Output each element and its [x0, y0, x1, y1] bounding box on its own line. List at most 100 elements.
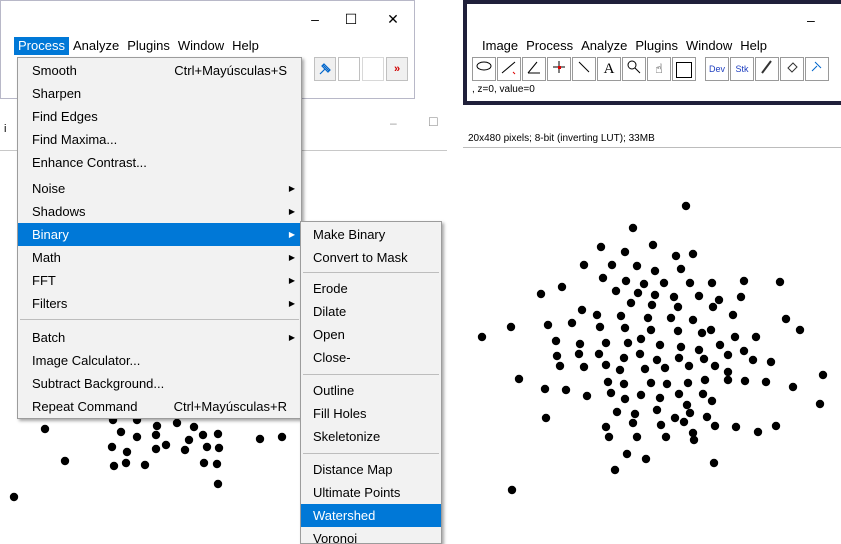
line-icon[interactable]: [497, 57, 521, 81]
menu-item-label: Math: [32, 250, 61, 265]
process-menu-item-find-edges[interactable]: Find Edges: [18, 105, 301, 128]
menu-help[interactable]: Help: [228, 37, 263, 55]
close-button[interactable]: ✕: [383, 10, 403, 28]
particle-dot: [781, 314, 791, 324]
process-menu-item-enhance-contrast[interactable]: Enhance Contrast...: [18, 151, 301, 174]
menu-separator: [303, 453, 439, 454]
binary-menu-item-erode[interactable]: Erode: [301, 277, 441, 300]
magnifier-icon[interactable]: [622, 57, 646, 81]
text-icon[interactable]: A: [597, 57, 621, 81]
menu-item-label: Noise: [32, 181, 66, 196]
particle-dot: [184, 435, 194, 445]
menu-process-right[interactable]: Process: [522, 37, 577, 55]
process-menu-item-subtract-background[interactable]: Subtract Background...: [18, 372, 301, 395]
process-menu-item-batch[interactable]: Batch ▶: [18, 326, 301, 349]
menu-item-label: Find Edges: [32, 109, 98, 124]
image-minimize-button[interactable]: –: [390, 116, 397, 130]
particle-dot: [541, 413, 551, 423]
minimize-button[interactable]: –: [305, 10, 325, 28]
particle-dot: [140, 460, 150, 470]
menu-window[interactable]: Window: [174, 37, 228, 55]
binary-menu-item-ultimate-points[interactable]: Ultimate Points: [301, 481, 441, 504]
process-menu-item-smooth[interactable]: Smooth Ctrl+Mayúsculas+S: [18, 59, 301, 82]
toolbar-blank-button-2[interactable]: [362, 57, 384, 81]
particle-dot: [639, 279, 649, 289]
pushpin-icon[interactable]: [314, 57, 336, 81]
menu-window-right[interactable]: Window: [682, 37, 736, 55]
binary-menu-item-watershed[interactable]: Watershed: [301, 504, 441, 527]
menu-item-label: Sharpen: [32, 86, 82, 101]
more-tools-button[interactable]: »: [386, 57, 408, 81]
angle-icon[interactable]: [522, 57, 546, 81]
binary-menu-item-skeletonize[interactable]: Skeletonize: [301, 425, 441, 448]
process-menu-item-repeat-command[interactable]: Repeat Command Ctrl+Mayúsculas+R: [18, 395, 301, 418]
wand-icon[interactable]: [572, 57, 596, 81]
brush-icon[interactable]: [755, 57, 779, 81]
particle-dot: [122, 447, 132, 457]
menu-process[interactable]: Process: [14, 37, 69, 55]
point-icon[interactable]: [547, 57, 571, 81]
binary-menu-item-make-binary[interactable]: Make Binary: [301, 223, 441, 246]
particle-dot: [707, 396, 717, 406]
particle-dot: [121, 458, 131, 468]
binary-menu-item-close[interactable]: Close-: [301, 346, 441, 369]
menu-analyze[interactable]: Analyze: [69, 37, 123, 55]
process-menu-item-noise[interactable]: Noise ▶: [18, 177, 301, 200]
particle-dot: [694, 345, 704, 355]
dev-button[interactable]: Dev: [705, 57, 729, 81]
menu-image[interactable]: Image: [478, 37, 522, 55]
binary-menu-item-outline[interactable]: Outline: [301, 379, 441, 402]
binary-menu-item-dilate[interactable]: Dilate: [301, 300, 441, 323]
process-dropdown-menu: Smooth Ctrl+Mayúsculas+S Sharpen Find Edges…: [17, 57, 302, 419]
process-menu-item-sharpen[interactable]: Sharpen: [18, 82, 301, 105]
particle-dot: [702, 412, 712, 422]
flood-fill-icon[interactable]: [780, 57, 804, 81]
menu-plugins[interactable]: Plugins: [123, 37, 174, 55]
divider: [463, 147, 841, 148]
toolbar-blank-button[interactable]: [338, 57, 360, 81]
process-menu-item-find-maxima[interactable]: Find Maxima...: [18, 128, 301, 151]
menu-help-right[interactable]: Help: [736, 37, 771, 55]
process-menu-item-fft[interactable]: FFT ▶: [18, 269, 301, 292]
process-menu-item-binary[interactable]: Binary ▶: [18, 223, 301, 246]
submenu-arrow-icon: ▶: [288, 299, 295, 308]
binary-menu-item-open[interactable]: Open: [301, 323, 441, 346]
menu-separator: [20, 319, 299, 320]
menu-item-label: Batch: [32, 330, 66, 345]
particle-dot: [761, 377, 771, 387]
minimize-button-right[interactable]: –: [807, 12, 815, 28]
oval-icon[interactable]: [472, 57, 496, 81]
pushpin-icon-right[interactable]: [805, 57, 829, 81]
particle-dot: [676, 264, 686, 274]
binary-menu-item-convert-to-mask[interactable]: Convert to Mask: [301, 246, 441, 269]
particle-dot: [172, 418, 182, 428]
particle-dot: [753, 427, 763, 437]
submenu-arrow-icon: ▶: [288, 207, 295, 216]
particle-dot: [655, 393, 665, 403]
process-menu-item-math[interactable]: Math ▶: [18, 246, 301, 269]
process-menu-item-image-calculator[interactable]: Image Calculator...: [18, 349, 301, 372]
menu-plugins-right[interactable]: Plugins: [631, 37, 682, 55]
particle-dot: [199, 458, 209, 468]
menubar-right: Image Process Analyze Plugins Window Hel…: [478, 37, 771, 55]
menu-item-label: Find Maxima...: [32, 132, 118, 147]
particle-dot: [594, 349, 604, 359]
particle-dot: [700, 375, 710, 385]
particle-dot: [601, 360, 611, 370]
particle-dot: [615, 365, 625, 375]
stk-button[interactable]: Stk: [730, 57, 754, 81]
particle-dot: [40, 424, 50, 434]
hand-icon[interactable]: ☝: [647, 57, 671, 81]
process-menu-item-filters[interactable]: Filters ▶: [18, 292, 301, 315]
particle-dot: [561, 385, 571, 395]
particle-dot: [151, 430, 161, 440]
process-menu-item-shadows[interactable]: Shadows ▶: [18, 200, 301, 223]
binary-menu-item-fill-holes[interactable]: Fill Holes: [301, 402, 441, 425]
image-maximize-button[interactable]: ☐: [428, 115, 439, 129]
binary-menu-item-voronoi[interactable]: Voronoi: [301, 527, 441, 543]
color-picker-icon[interactable]: [672, 57, 696, 81]
binary-menu-item-distance-map[interactable]: Distance Map: [301, 458, 441, 481]
maximize-button[interactable]: ☐: [341, 10, 361, 28]
menu-analyze-right[interactable]: Analyze: [577, 37, 631, 55]
menu-item-label: Binary: [32, 227, 69, 242]
